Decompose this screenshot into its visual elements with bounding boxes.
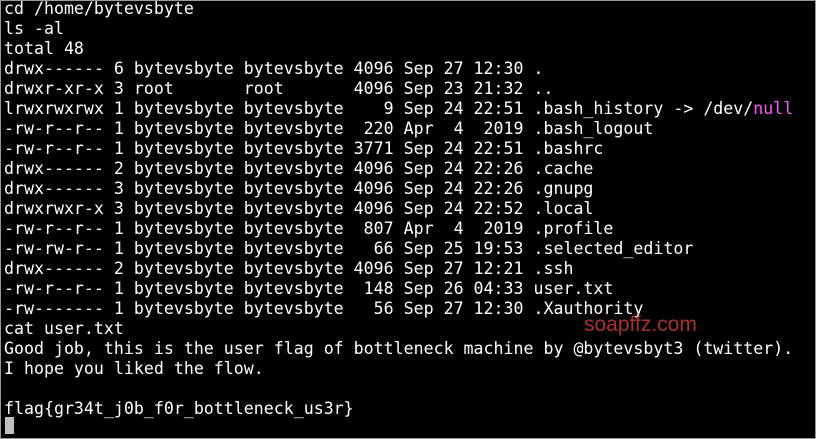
listing-row: -rw------- 1 bytevsbyte bytevsbyte 56 Se…: [4, 299, 644, 318]
terminal-window[interactable]: cd /home/bytevsbyte ls -al total 48 drwx…: [0, 0, 816, 439]
output-message: I hope you liked the flow.: [4, 359, 264, 378]
user-flag: flag{gr34t_j0b_f0r_bottleneck_us3r}: [4, 399, 354, 418]
listing-row: drwx------ 3 bytevsbyte bytevsbyte 4096 …: [4, 179, 594, 198]
listing-row: -rw-r--r-- 1 bytevsbyte bytevsbyte 807 A…: [4, 219, 614, 238]
watermark: soapffz.com: [584, 313, 697, 336]
listing-row: -rw-r--r-- 1 bytevsbyte bytevsbyte 148 S…: [4, 279, 614, 298]
listing-row: drwx------ 6 bytevsbyte bytevsbyte 4096 …: [4, 59, 544, 78]
symlink-prefix: lrwxrwxrwx 1 bytevsbyte bytevsbyte 9 Sep…: [4, 99, 754, 118]
listing-row: drwx------ 2 bytevsbyte bytevsbyte 4096 …: [4, 259, 574, 278]
listing-row-symlink: lrwxrwxrwx 1 bytevsbyte bytevsbyte 9 Sep…: [4, 99, 793, 119]
terminal-cursor: [5, 417, 14, 434]
listing-row: -rw-r--r-- 1 bytevsbyte bytevsbyte 220 A…: [4, 119, 654, 138]
output-message: Good job, this is the user flag of bottl…: [4, 339, 794, 358]
listing-row: drwxr-xr-x 3 root root 4096 Sep 23 21:32…: [4, 79, 554, 98]
listing-row: drwxrwxr-x 3 bytevsbyte bytevsbyte 4096 …: [4, 199, 594, 218]
listing-row: -rw-rw-r-- 1 bytevsbyte bytevsbyte 66 Se…: [4, 239, 694, 258]
ls-total: total 48: [4, 39, 84, 58]
listing-row: drwx------ 2 bytevsbyte bytevsbyte 4096 …: [4, 159, 594, 178]
command-ls: ls -al: [4, 19, 64, 38]
listing-row: -rw-r--r-- 1 bytevsbyte bytevsbyte 3771 …: [4, 139, 604, 158]
symlink-target: null: [753, 99, 794, 118]
command-cat: cat user.txt: [4, 319, 124, 338]
command-cd: cd /home/bytevsbyte: [4, 0, 194, 18]
